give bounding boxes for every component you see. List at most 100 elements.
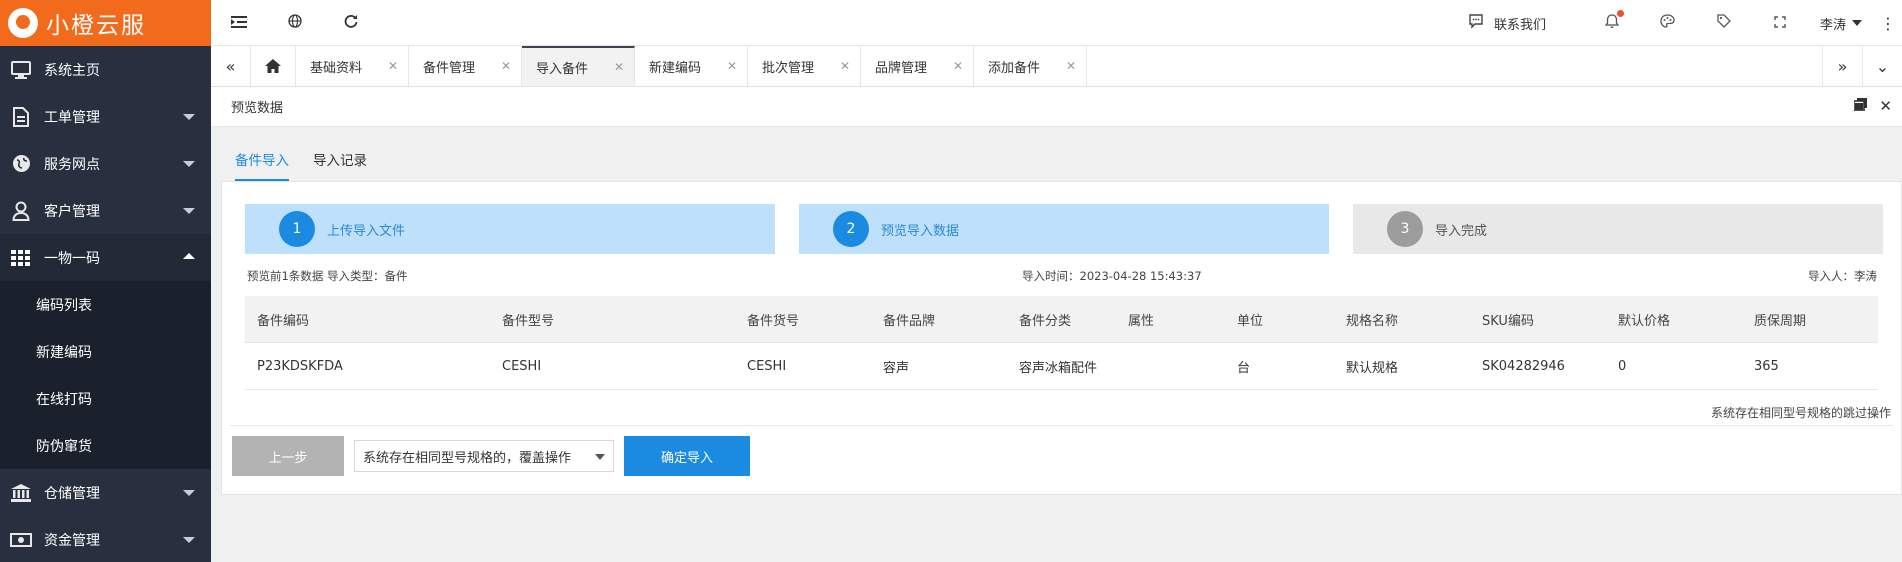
- table-cell: SK04282946: [1482, 358, 1565, 374]
- more-icon[interactable]: ⋮: [1874, 14, 1902, 33]
- chevron-down-icon: [1852, 20, 1862, 26]
- table-header: 备件编码 备件型号 备件货号 备件品牌 备件分类 属性 单位 规格名称 SKU编…: [245, 296, 1878, 343]
- tab-brand-management[interactable]: 品牌管理 ✕: [861, 46, 974, 86]
- close-icon[interactable]: ✕: [840, 59, 850, 73]
- skip-note: 系统存在相同型号规格的跳过操作: [1710, 406, 1891, 420]
- tab-batch-management[interactable]: 批次管理 ✕: [748, 46, 861, 86]
- close-icon[interactable]: ✕: [388, 59, 398, 73]
- table-cell: 365: [1754, 358, 1779, 374]
- table-cell: 默认规格: [1346, 360, 1399, 376]
- sidebar-item-one-item-one-code[interactable]: 一物一码: [0, 234, 211, 281]
- notification-button[interactable]: [1584, 9, 1640, 33]
- close-icon[interactable]: ✕: [727, 59, 737, 73]
- top-bar: 联系我们 李涛 ⋮: [211, 0, 1902, 46]
- tag-icon[interactable]: [1696, 14, 1752, 32]
- subtab-parts-import[interactable]: 备件导入: [235, 149, 289, 181]
- sidebar-item-service-network[interactable]: 服务网点: [0, 140, 211, 187]
- sidebar: 小橙云服 系统主页 工单管理 服务网点 客户管理 一物一码 编码列表 新建编码 …: [0, 0, 211, 562]
- sidebar-subitem-new-code[interactable]: 新建编码: [0, 328, 211, 375]
- monitor-icon: [10, 59, 32, 81]
- column-header: SKU编码: [1482, 313, 1534, 329]
- sidebar-item-label: 资金管理: [44, 532, 100, 549]
- tab-label: 品牌管理: [875, 60, 928, 76]
- tab-label: 批次管理: [762, 60, 815, 76]
- subtab-import-records[interactable]: 导入记录: [313, 149, 367, 181]
- column-header: 默认价格: [1618, 313, 1671, 329]
- sidebar-item-customers[interactable]: 客户管理: [0, 187, 211, 234]
- close-icon[interactable]: ✕: [953, 59, 963, 73]
- sidebar-subitem-online-print[interactable]: 在线打码: [0, 375, 211, 422]
- scroll-right-icon[interactable]: »: [1822, 46, 1862, 86]
- home-icon[interactable]: [251, 46, 296, 86]
- chevron-down-icon: [183, 537, 195, 543]
- tab-add-parts[interactable]: 添加备件 ✕: [974, 46, 1087, 86]
- column-header: 单位: [1237, 313, 1264, 329]
- bank-icon: [10, 482, 32, 504]
- step-preview: 2 预览导入数据: [799, 204, 1329, 254]
- close-icon[interactable]: ✕: [1879, 97, 1892, 115]
- step-label: 预览导入数据: [881, 223, 960, 239]
- sidebar-subitem-anti-fake[interactable]: 防伪窜货: [0, 422, 211, 469]
- import-preview-card: 1 上传导入文件 2 预览导入数据 3 导入完成 预览前1条数据 导入类型：备件…: [221, 181, 1902, 495]
- sidebar-item-funds[interactable]: 资金管理: [0, 516, 211, 562]
- close-icon[interactable]: ✕: [501, 59, 511, 73]
- confirm-import-button[interactable]: 确定导入: [624, 436, 750, 476]
- tab-new-code[interactable]: 新建编码 ✕: [635, 46, 748, 86]
- tab-label: 备件管理: [423, 60, 476, 76]
- previous-step-button[interactable]: 上一步: [232, 436, 344, 476]
- globe-icon[interactable]: [267, 13, 323, 32]
- user-icon: [10, 200, 32, 222]
- close-icon[interactable]: ✕: [614, 60, 624, 74]
- sidebar-item-warehouse[interactable]: 仓储管理: [0, 469, 211, 516]
- sidebar-item-label: 一物一码: [44, 250, 100, 267]
- restore-window-icon[interactable]: [1853, 97, 1868, 115]
- refresh-icon[interactable]: [323, 13, 379, 32]
- menu-indent-icon[interactable]: [211, 13, 267, 32]
- sidebar-item-label: 客户管理: [44, 203, 100, 220]
- column-header: 备件分类: [1019, 313, 1072, 329]
- table-cell: 容声冰箱配件: [1019, 360, 1098, 376]
- divider: [230, 425, 1893, 426]
- fullscreen-icon[interactable]: [1752, 14, 1808, 32]
- sidebar-subitem-code-list[interactable]: 编码列表: [0, 281, 211, 328]
- table-cell: CESHI: [502, 358, 542, 374]
- sidebar-item-workorder[interactable]: 工单管理: [0, 93, 211, 140]
- tab-label: 新建编码: [649, 60, 702, 76]
- tab-basic-data[interactable]: 基础资料 ✕: [296, 46, 409, 86]
- page-title: 预览数据: [231, 101, 284, 116]
- close-icon[interactable]: ✕: [1066, 59, 1076, 73]
- import-time: 导入时间：2023-04-28 15:43:37: [1022, 269, 1202, 283]
- duplicate-handling-select[interactable]: 系统存在相同型号规格的，覆盖操作: [354, 440, 614, 472]
- import-meta: 预览前1条数据 导入类型：备件 导入时间：2023-04-28 15:43:37…: [247, 268, 1877, 288]
- scroll-left-icon[interactable]: «: [211, 46, 251, 86]
- chevron-down-icon: [183, 114, 195, 120]
- user-menu[interactable]: 李涛: [1820, 14, 1862, 33]
- sidebar-item-label: 工单管理: [44, 109, 100, 126]
- step-complete: 3 导入完成: [1353, 204, 1883, 254]
- money-icon: [10, 529, 32, 551]
- palette-icon[interactable]: [1640, 14, 1696, 32]
- sidebar-item-home[interactable]: 系统主页: [0, 46, 211, 93]
- step-label: 上传导入文件: [327, 223, 406, 239]
- table-cell: CESHI: [747, 358, 787, 374]
- column-header: 备件编码: [257, 313, 310, 329]
- chevron-down-icon[interactable]: ⌄: [1862, 46, 1902, 86]
- table-cell: 容声: [883, 360, 910, 376]
- column-header: 规格名称: [1346, 313, 1399, 329]
- table-cell: P23KDSKFDA: [257, 358, 343, 374]
- tab-label: 基础资料: [310, 60, 363, 76]
- chevron-up-icon: [183, 253, 195, 259]
- document-icon: [10, 106, 32, 128]
- tab-strip: « 基础资料 ✕ 备件管理 ✕ 导入备件 ✕ 新建编码 ✕ 批次管理 ✕ 品牌管理 ✕ 添加…: [211, 46, 1902, 87]
- notification-dot: [1616, 9, 1624, 17]
- tab-label: 添加备件: [988, 60, 1041, 76]
- grid-icon: [10, 247, 32, 269]
- logo[interactable]: 小橙云服: [0, 0, 211, 46]
- contact-us-link[interactable]: 联系我们: [1468, 13, 1546, 33]
- chevron-down-icon: [595, 454, 605, 460]
- tab-import-parts[interactable]: 导入备件 ✕: [522, 46, 635, 86]
- column-header: 属性: [1128, 313, 1155, 329]
- column-header: 备件货号: [747, 313, 800, 329]
- preview-count: 预览前1条数据 导入类型：备件: [247, 269, 408, 283]
- tab-parts-management[interactable]: 备件管理 ✕: [409, 46, 522, 86]
